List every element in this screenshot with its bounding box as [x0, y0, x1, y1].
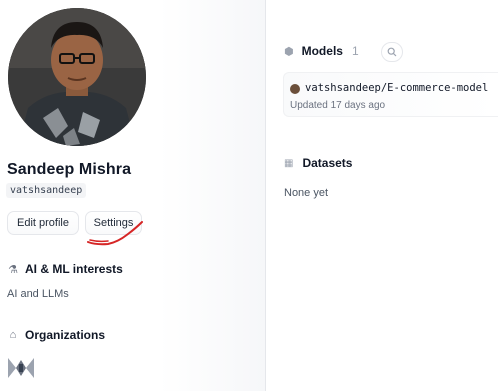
- interests-title: AI & ML interests: [25, 262, 123, 276]
- avatar-photo: [8, 8, 146, 146]
- models-heading: ⬢ Models 1: [284, 44, 359, 58]
- building-icon: ⌂: [9, 329, 17, 341]
- datasets-heading: ▦ Datasets: [284, 156, 352, 170]
- avatar[interactable]: [8, 8, 146, 146]
- model-updated-time: Updated 17 days ago: [290, 100, 386, 111]
- organizations-title: Organizations: [25, 328, 106, 342]
- datasets-title: Datasets: [302, 156, 353, 170]
- models-count: 1: [351, 44, 359, 58]
- edit-profile-button[interactable]: Edit profile: [7, 211, 79, 235]
- model-card[interactable]: vatshsandeep/E-commerce-model Updated 17…: [283, 72, 498, 117]
- profile-username: vatshsandeep: [6, 183, 87, 198]
- org-logo-icon: [6, 354, 36, 382]
- profile-name: Sandeep Mishra: [7, 161, 132, 178]
- datasets-empty-text: None yet: [284, 187, 329, 199]
- search-icon: [387, 47, 397, 57]
- organizations-heading: ⌂ Organizations: [7, 328, 105, 342]
- model-name[interactable]: vatshsandeep/E-commerce-model: [305, 82, 488, 94]
- flask-icon: ⚗: [8, 263, 18, 276]
- models-search-button[interactable]: [381, 42, 403, 62]
- interests-text: AI and LLMs: [7, 288, 69, 300]
- red-annotation-mark: [87, 221, 143, 246]
- organization-logo[interactable]: [6, 354, 36, 382]
- cube-icon: ⬢: [284, 45, 294, 58]
- interests-heading: ⚗ AI & ML interests: [7, 262, 123, 276]
- models-title: Models: [301, 44, 343, 58]
- model-owner-avatar: [290, 84, 300, 94]
- database-icon: ▦: [284, 157, 294, 169]
